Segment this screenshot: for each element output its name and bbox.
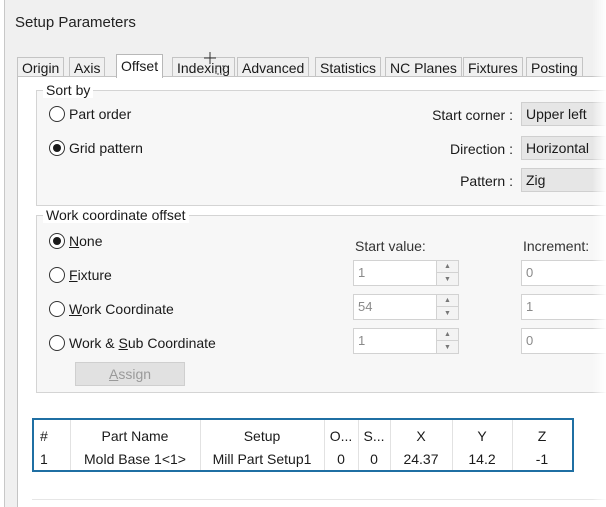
spin-up-icon[interactable]: ▲ xyxy=(437,295,458,307)
part-order-radio[interactable] xyxy=(49,106,65,122)
sort-by-legend: Sort by xyxy=(43,82,94,98)
col-header-number[interactable]: # xyxy=(40,428,48,444)
spin-up-icon[interactable]: ▲ xyxy=(437,329,458,341)
tab-posting[interactable]: Posting xyxy=(526,57,583,77)
work-sub-coordinate-radio[interactable] xyxy=(49,335,65,351)
parts-table[interactable]: # Part Name Setup O... S... X Y Z 1 Mold… xyxy=(32,418,574,472)
work-increment-value: 1 xyxy=(526,299,534,314)
window-title: Setup Parameters xyxy=(15,14,136,31)
col-header-x[interactable]: X xyxy=(390,428,452,444)
tab-nc-planes[interactable]: NC Planes xyxy=(385,57,462,77)
work-increment-input[interactable]: 1 xyxy=(521,294,606,320)
fixture-label: Fixture xyxy=(69,267,112,283)
work-start-spinner[interactable]: 54 ▲ ▼ xyxy=(353,294,459,320)
start-value-label: Start value: xyxy=(355,238,426,254)
work-offset-legend: Work coordinate offset xyxy=(43,207,189,223)
grid-line xyxy=(32,499,606,500)
table-cell-part-name[interactable]: Mold Base 1<1> xyxy=(70,451,200,467)
part-order-option[interactable]: Part order xyxy=(49,106,131,122)
col-header-setup[interactable]: Setup xyxy=(200,428,324,444)
none-option[interactable]: None xyxy=(49,233,102,249)
grid-pattern-radio[interactable] xyxy=(49,140,65,156)
worksub-increment-value: 0 xyxy=(526,333,534,348)
work-sub-coordinate-label: Work & Sub Coordinate xyxy=(69,335,216,351)
tab-offset[interactable]: Offset xyxy=(116,54,164,78)
spin-down-icon[interactable]: ▼ xyxy=(437,341,458,353)
col-header-s[interactable]: S... xyxy=(358,428,390,444)
worksub-start-spinner[interactable]: 1 ▲ ▼ xyxy=(353,328,459,354)
none-label: None xyxy=(69,233,103,249)
part-order-label: Part order xyxy=(69,106,132,122)
pattern-combo[interactable]: Zig xyxy=(521,168,606,192)
start-corner-label: Start corner : xyxy=(432,107,513,123)
spin-down-icon[interactable]: ▼ xyxy=(437,273,458,285)
table-cell-setup[interactable]: Mill Part Setup1 xyxy=(200,451,324,467)
increment-label: Increment: xyxy=(523,238,590,254)
fixture-option[interactable]: Fixture xyxy=(49,267,112,283)
setup-parameters-window: Setup Parameters Origin Axis Offset Inde… xyxy=(4,0,606,507)
worksub-increment-input[interactable]: 0 xyxy=(521,328,606,354)
sort-by-group: Sort by Part order Grid pattern Start co… xyxy=(36,82,606,206)
fixture-start-value: 1 xyxy=(358,265,366,280)
work-coordinate-offset-group: Work coordinate offset None Fixture Work… xyxy=(36,207,606,393)
direction-combo[interactable]: Horizontal xyxy=(521,136,606,160)
worksub-start-value: 1 xyxy=(358,333,366,348)
pattern-label: Pattern : xyxy=(460,173,513,189)
fixture-increment-input[interactable]: 0 xyxy=(521,260,606,286)
spin-down-icon[interactable]: ▼ xyxy=(437,307,458,319)
col-header-y[interactable]: Y xyxy=(452,428,512,444)
table-cell-y[interactable]: 14.2 xyxy=(452,451,512,467)
none-radio[interactable] xyxy=(49,233,65,249)
fixture-radio[interactable] xyxy=(49,267,65,283)
tab-origin[interactable]: Origin xyxy=(17,57,65,77)
col-header-part-name[interactable]: Part Name xyxy=(70,428,200,444)
table-cell-number[interactable]: 1 xyxy=(40,451,48,467)
grid-pattern-label: Grid pattern xyxy=(69,140,143,156)
table-cell-o[interactable]: 0 xyxy=(324,451,358,467)
work-sub-coordinate-option[interactable]: Work & Sub Coordinate xyxy=(49,335,216,351)
work-coordinate-option[interactable]: Work Coordinate xyxy=(49,301,174,317)
fixture-start-spinner[interactable]: 1 ▲ ▼ xyxy=(353,260,459,286)
table-cell-z[interactable]: -1 xyxy=(512,451,572,467)
tab-advanced[interactable]: Advanced xyxy=(237,57,310,77)
col-header-o[interactable]: O... xyxy=(324,428,358,444)
tab-axis[interactable]: Axis xyxy=(69,57,106,77)
fixture-increment-value: 0 xyxy=(526,265,534,280)
table-cell-s[interactable]: 0 xyxy=(358,451,390,467)
table-cell-x[interactable]: 24.37 xyxy=(390,451,452,467)
work-coordinate-radio[interactable] xyxy=(49,301,65,317)
tab-statistics[interactable]: Statistics xyxy=(315,57,382,77)
assign-button[interactable]: Assign xyxy=(75,362,185,386)
grid-pattern-option[interactable]: Grid pattern xyxy=(49,140,143,156)
spin-up-icon[interactable]: ▲ xyxy=(437,261,458,273)
start-corner-combo[interactable]: Upper left xyxy=(521,102,606,126)
work-coordinate-label: Work Coordinate xyxy=(69,301,174,317)
col-header-z[interactable]: Z xyxy=(512,428,572,444)
work-start-value: 54 xyxy=(358,299,373,314)
direction-label: Direction : xyxy=(449,141,513,157)
tab-fixtures[interactable]: Fixtures xyxy=(463,57,523,77)
